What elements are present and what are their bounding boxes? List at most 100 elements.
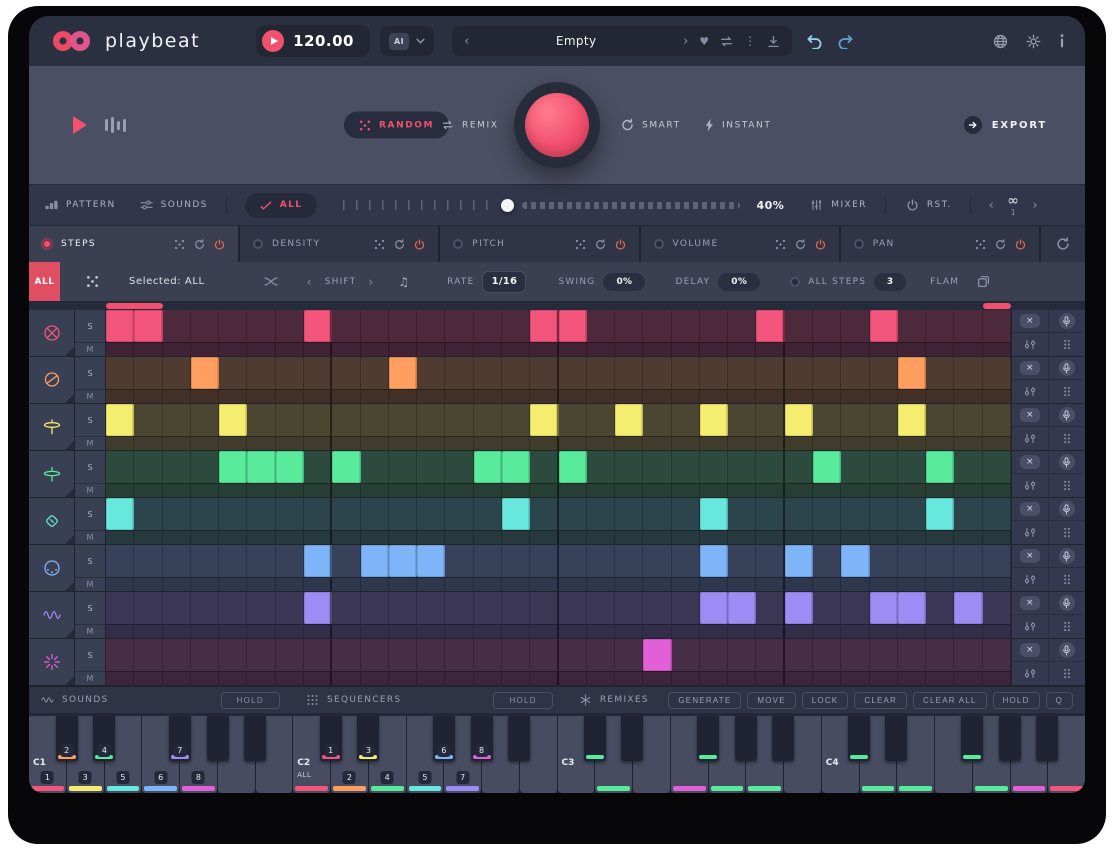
power-icon[interactable] [615, 239, 626, 250]
step-6[interactable] [247, 404, 275, 436]
substep-26[interactable] [813, 484, 841, 497]
flam-button[interactable]: FLAM [930, 277, 959, 287]
track-grid-icon[interactable] [1061, 668, 1073, 679]
step-9[interactable] [332, 545, 360, 577]
substep-29[interactable] [898, 390, 926, 403]
preset-next-button[interactable]: › [683, 34, 688, 49]
track-filter-icon[interactable] [1024, 574, 1036, 585]
step-4[interactable] [191, 498, 219, 530]
substep-30[interactable] [926, 625, 954, 638]
step-18[interactable] [587, 451, 615, 483]
substep-26[interactable] [813, 437, 841, 450]
substep-12[interactable] [417, 672, 445, 685]
substep-25[interactable] [785, 672, 813, 685]
substep-32[interactable] [983, 672, 1011, 685]
step-11[interactable] [389, 498, 417, 530]
substep-8[interactable] [304, 531, 332, 544]
substep-32[interactable] [983, 343, 1011, 356]
substep-30[interactable] [926, 672, 954, 685]
substep-2[interactable] [134, 343, 162, 356]
step-18[interactable] [587, 357, 615, 389]
substep-14[interactable] [474, 484, 502, 497]
track-clear-button[interactable]: × [1020, 408, 1040, 422]
substep-32[interactable] [983, 625, 1011, 638]
step-20[interactable] [643, 545, 671, 577]
track-mic-button[interactable] [1059, 642, 1075, 658]
substep-8[interactable] [304, 672, 332, 685]
step-5[interactable] [219, 357, 247, 389]
substep-24[interactable] [756, 437, 784, 450]
step-7[interactable] [276, 451, 304, 483]
substep-14[interactable] [474, 531, 502, 544]
step-31[interactable] [954, 498, 982, 530]
substep-29[interactable] [898, 484, 926, 497]
select-all-button[interactable]: ALL [29, 262, 60, 301]
step-24[interactable] [756, 404, 784, 436]
shaker-track-button[interactable] [29, 498, 75, 544]
substep-21[interactable] [672, 578, 700, 591]
substep-28[interactable] [870, 343, 898, 356]
step-18[interactable] [587, 498, 615, 530]
step-26[interactable] [813, 404, 841, 436]
step-6[interactable] [247, 545, 275, 577]
substep-7[interactable] [276, 531, 304, 544]
step-8[interactable] [304, 592, 332, 624]
step-14[interactable] [474, 310, 502, 342]
step-27[interactable] [841, 357, 869, 389]
sounds-hold-button[interactable]: HOLD [221, 692, 280, 709]
key-A#2[interactable] [508, 716, 530, 761]
track-mic-button[interactable] [1059, 407, 1075, 423]
step-2[interactable] [134, 498, 162, 530]
pager-prev-button[interactable]: ‹ [989, 198, 996, 213]
substep-5[interactable] [219, 343, 247, 356]
substep-19[interactable] [615, 390, 643, 403]
step-20[interactable] [643, 451, 671, 483]
cycle-icon[interactable] [194, 239, 205, 250]
step-8[interactable] [304, 639, 332, 671]
reset-button[interactable]: RST. [906, 199, 952, 211]
substep-22[interactable] [700, 531, 728, 544]
step-25[interactable] [785, 357, 813, 389]
step-24[interactable] [756, 592, 784, 624]
step-16[interactable] [530, 451, 558, 483]
bass-track-button[interactable] [29, 592, 75, 638]
substep-26[interactable] [813, 625, 841, 638]
substep-29[interactable] [898, 437, 926, 450]
step-32[interactable] [983, 592, 1011, 624]
substep-28[interactable] [870, 578, 898, 591]
substep-19[interactable] [615, 343, 643, 356]
substep-2[interactable] [134, 484, 162, 497]
step-2[interactable] [134, 639, 162, 671]
substep-8[interactable] [304, 625, 332, 638]
step-14[interactable] [474, 545, 502, 577]
substep-1[interactable] [106, 578, 134, 591]
step-16[interactable] [530, 639, 558, 671]
substep-11[interactable] [389, 672, 417, 685]
substep-32[interactable] [983, 531, 1011, 544]
step-2[interactable] [134, 310, 162, 342]
step-7[interactable] [276, 357, 304, 389]
step-31[interactable] [954, 639, 982, 671]
step-26[interactable] [813, 451, 841, 483]
key-A#4[interactable] [1036, 716, 1058, 761]
mute-button[interactable]: M [75, 483, 105, 497]
substep-21[interactable] [672, 672, 700, 685]
track-mic-button[interactable] [1059, 360, 1075, 376]
substep-29[interactable] [898, 343, 926, 356]
track-grid-icon[interactable] [1061, 527, 1073, 538]
step-21[interactable] [672, 639, 700, 671]
step-6[interactable] [247, 639, 275, 671]
substep-29[interactable] [898, 578, 926, 591]
substep-25[interactable] [785, 484, 813, 497]
substep-10[interactable] [361, 437, 389, 450]
substep-6[interactable] [247, 672, 275, 685]
substep-4[interactable] [191, 437, 219, 450]
key-A#1[interactable] [244, 716, 266, 761]
substep-27[interactable] [841, 390, 869, 403]
substep-15[interactable] [502, 390, 530, 403]
substep-16[interactable] [530, 484, 558, 497]
power-icon[interactable] [1015, 239, 1026, 250]
step-15[interactable] [502, 545, 530, 577]
bpm-value[interactable]: 120.00 [293, 32, 354, 50]
quantize-button[interactable]: Q [1046, 692, 1073, 709]
